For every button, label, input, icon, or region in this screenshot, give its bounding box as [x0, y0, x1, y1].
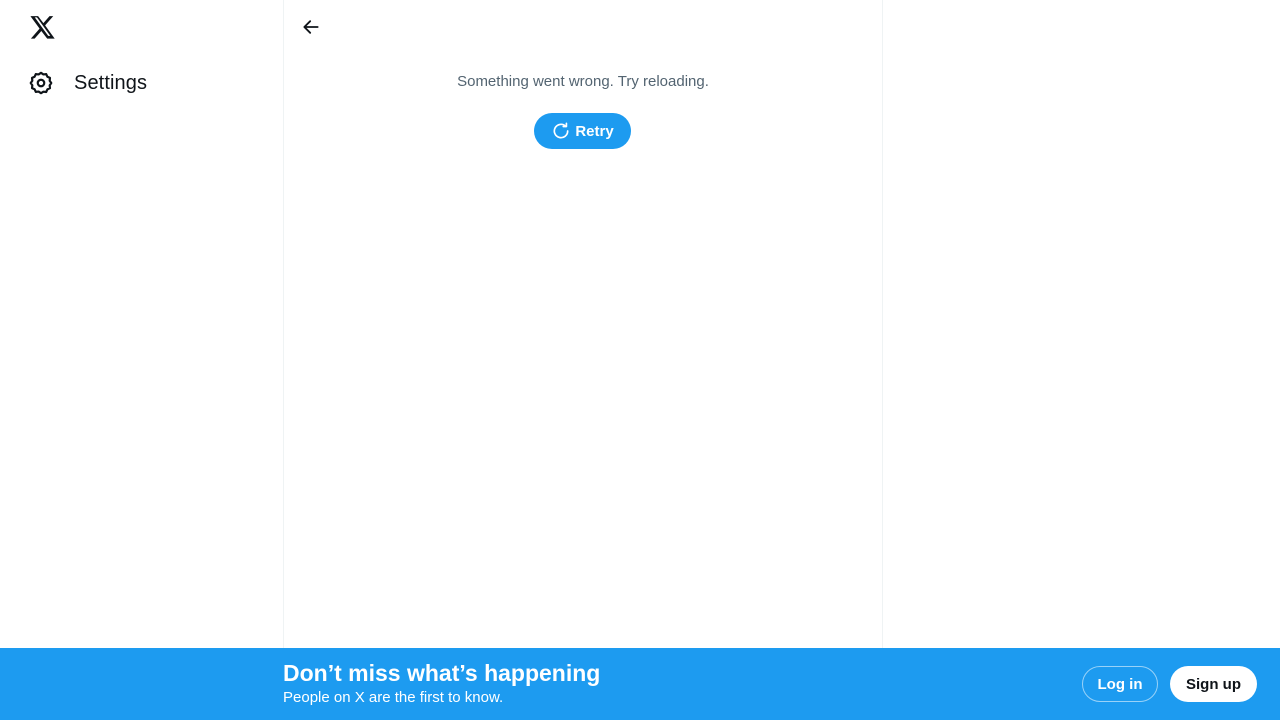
banner-subtitle: People on X are the first to know.: [283, 689, 504, 706]
sidebar-item-label: Settings: [74, 71, 148, 94]
main-column: Something went wrong. Try reloading. Ret…: [284, 0, 882, 720]
error-message: Something went wrong. Try reloading.: [457, 73, 709, 90]
banner-title: Don’t miss what’s happening: [283, 660, 601, 686]
signup-button[interactable]: Sign up: [1170, 666, 1257, 702]
arrow-left-icon: [303, 20, 319, 34]
sidebar-item-settings[interactable]: Settings: [18, 58, 159, 108]
gear-icon: [29, 71, 53, 95]
app-root: Settings Something went wrong. Try reloa…: [0, 0, 1280, 720]
sidebar: Settings: [0, 0, 283, 720]
login-banner: Don’t miss what’s happening People on X …: [0, 648, 1280, 720]
refresh-icon: [553, 122, 569, 139]
retry-button[interactable]: Retry: [534, 113, 631, 149]
retry-label: Retry: [575, 122, 614, 140]
back-button[interactable]: [294, 10, 328, 44]
right-column: [883, 0, 1280, 648]
x-logo-icon: [29, 15, 55, 39]
x-logo-link[interactable]: [22, 8, 62, 48]
login-button[interactable]: Log in: [1082, 666, 1158, 702]
